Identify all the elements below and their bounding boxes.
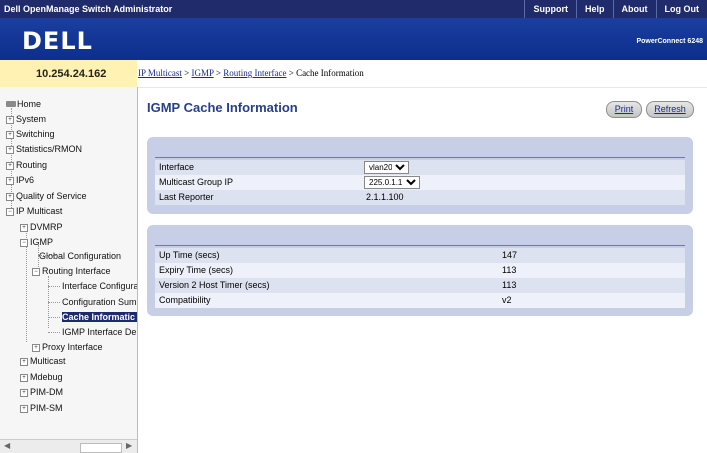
expand-icon[interactable]: + (20, 358, 28, 366)
app-title: Dell OpenManage Switch Administrator (4, 4, 173, 14)
expiry-label: Expiry Time (secs) (159, 265, 234, 275)
sidebar-item-statistics[interactable]: + Statistics/RMON (6, 144, 82, 154)
expiry-value: 113 (502, 265, 517, 275)
collapse-icon[interactable]: − (20, 239, 28, 247)
breadcrumb-separator: > (215, 68, 221, 78)
sidebar-item-switching[interactable]: + Switching (6, 129, 55, 139)
top-bar: Dell OpenManage Switch Administrator Sup… (0, 0, 707, 18)
compatibility-label: Compatibility (159, 295, 211, 305)
sidebar-item-home[interactable]: Home (6, 99, 41, 109)
cache-selection-panel: Interface vlan20 Multicast Group IP 225.… (147, 137, 693, 214)
breadcrumb: IP Multicast > IGMP > Routing Interface … (137, 60, 707, 88)
breadcrumb-current: Cache Information (296, 68, 364, 78)
sidebar-item-igmp[interactable]: − IGMP (20, 237, 53, 247)
product-name: PowerConnect 6248 (636, 38, 703, 45)
breadcrumb-igmp[interactable]: IGMP (192, 68, 214, 78)
uptime-label: Up Time (secs) (159, 250, 220, 260)
home-icon (6, 101, 16, 107)
expand-icon[interactable]: + (6, 177, 14, 185)
sidebar-item-system[interactable]: + System (6, 114, 46, 124)
sidebar-horizontal-scrollbar[interactable]: ◀ ▶ (0, 439, 137, 453)
interface-select[interactable]: vlan20 (364, 161, 409, 174)
expand-icon[interactable]: + (20, 405, 28, 413)
cache-statistics-panel: Up Time (secs) 147 Expiry Time (secs) 11… (147, 225, 693, 316)
top-links: Support Help About Log Out (524, 0, 707, 18)
refresh-button[interactable]: Refresh (646, 101, 694, 118)
multicast-group-select[interactable]: 225.0.1.1 (364, 176, 420, 189)
expand-icon[interactable]: + (20, 389, 28, 397)
last-reporter-label: Last Reporter (159, 192, 214, 202)
print-button[interactable]: Print (606, 101, 642, 118)
expand-icon[interactable]: + (32, 344, 40, 352)
scrollbar-thumb[interactable] (80, 443, 122, 453)
expand-icon[interactable]: + (20, 374, 28, 382)
banner: DELL PowerConnect 6248 (0, 18, 707, 60)
uptime-value: 147 (502, 250, 518, 260)
breadcrumb-separator: > (288, 68, 294, 78)
support-link[interactable]: Support (524, 0, 576, 18)
last-reporter-row: Last Reporter 2.1.1.100 (155, 190, 685, 205)
sidebar-item-mdebug[interactable]: + Mdebug (20, 372, 63, 382)
ip-address: 10.254.24.162 (36, 68, 107, 80)
collapse-icon[interactable]: − (6, 208, 14, 216)
logout-link[interactable]: Log Out (655, 0, 707, 18)
collapse-icon[interactable]: − (32, 268, 40, 276)
expand-icon[interactable]: + (6, 193, 14, 201)
v2-host-timer-value: 113 (502, 280, 517, 290)
sidebar-nav: Home + System + Switching + Statistics/RMON… (0, 87, 138, 453)
ip-address-bar: 10.254.24.162 (0, 60, 138, 87)
sidebar-item-routing[interactable]: + Routing (6, 160, 47, 170)
expand-icon[interactable]: + (6, 146, 14, 154)
sidebar-item-pim-sm[interactable]: + PIM-SM (20, 403, 63, 413)
sidebar-item-igmp-interface-detail[interactable]: IGMP Interface De (62, 327, 136, 337)
sidebar-item-dvmrp[interactable]: + DVMRP (20, 222, 63, 232)
expand-icon[interactable]: + (6, 116, 14, 124)
dell-logo: DELL (22, 27, 93, 55)
breadcrumb-routing-interface[interactable]: Routing Interface (223, 68, 286, 78)
multicast-group-label: Multicast Group IP (159, 177, 234, 187)
sidebar-item-interface-configuration[interactable]: Interface Configura (62, 281, 137, 291)
sidebar-item-proxy-interface[interactable]: + Proxy Interface (32, 342, 103, 352)
sidebar-item-global-configuration[interactable]: Global Configuration (39, 251, 121, 261)
breadcrumb-separator: > (184, 68, 190, 78)
expand-icon[interactable]: + (20, 224, 28, 232)
compatibility-row: Compatibility v2 (155, 293, 685, 308)
last-reporter-value: 2.1.1.100 (366, 192, 404, 202)
breadcrumb-ip-multicast[interactable]: IP Multicast (138, 68, 182, 78)
interface-label: Interface (159, 162, 195, 172)
sidebar-item-ip-multicast[interactable]: − IP Multicast (6, 206, 62, 216)
expand-icon[interactable]: + (6, 162, 14, 170)
sidebar-item-multicast[interactable]: + Multicast (20, 356, 66, 366)
scroll-right-icon[interactable]: ▶ (126, 441, 132, 450)
help-link[interactable]: Help (575, 0, 613, 18)
v2-host-timer-row: Version 2 Host Timer (secs) 113 (155, 278, 685, 293)
sidebar-item-ipv6[interactable]: + IPv6 (6, 175, 34, 185)
multicast-group-row: Multicast Group IP 225.0.1.1 (155, 175, 685, 190)
about-link[interactable]: About (612, 0, 656, 18)
compatibility-value: v2 (502, 295, 512, 305)
sidebar-item-pim-dm[interactable]: + PIM-DM (20, 387, 63, 397)
sidebar-item-routing-interface[interactable]: − Routing Interface (32, 266, 111, 276)
page-title: IGMP Cache Information (147, 100, 298, 115)
sidebar-item-configuration-summary[interactable]: Configuration Sum (62, 297, 137, 307)
expand-icon[interactable]: + (6, 131, 14, 139)
expiry-row: Expiry Time (secs) 113 (155, 263, 685, 278)
sidebar-item-qos[interactable]: + Quality of Service (6, 191, 87, 201)
sidebar-item-cache-information[interactable]: Cache Informatic (62, 312, 137, 322)
interface-row: Interface vlan20 (155, 160, 685, 175)
v2-host-timer-label: Version 2 Host Timer (secs) (159, 280, 270, 290)
scroll-left-icon[interactable]: ◀ (4, 441, 10, 450)
uptime-row: Up Time (secs) 147 (155, 248, 685, 263)
